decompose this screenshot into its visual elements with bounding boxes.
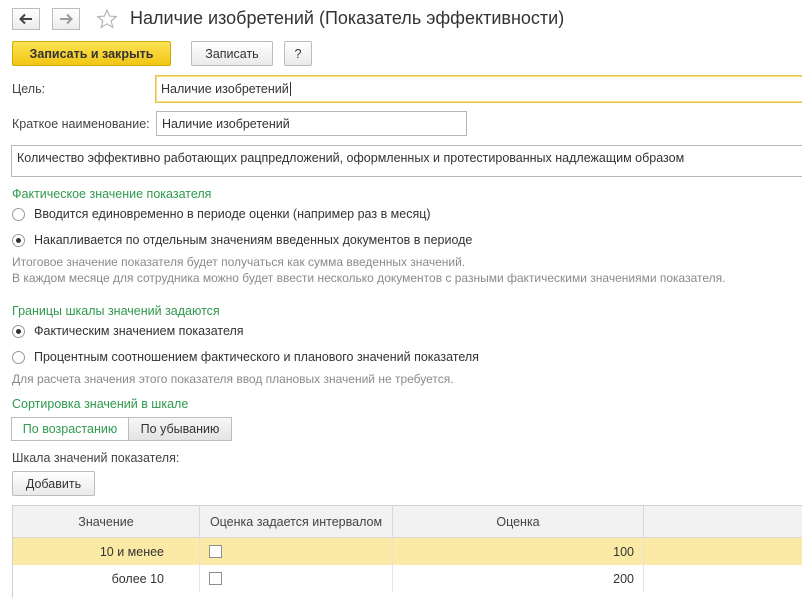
radio-accumulated-circle[interactable] [12, 233, 25, 247]
favorite-button[interactable] [96, 8, 118, 33]
table-row[interactable]: 10 и менее 100 [13, 538, 802, 565]
text-caret [289, 82, 291, 96]
interval-checkbox[interactable] [209, 545, 222, 558]
description-field[interactable]: Количество эффективно работающих рацпред… [11, 145, 802, 177]
arrow-right-icon [60, 13, 73, 25]
radio-once-label: Вводится единовременно в периоде оценки … [34, 207, 431, 221]
scale-label: Шкала значений показателя: [12, 451, 180, 465]
radio-once[interactable]: Вводится единовременно в периоде оценки … [12, 207, 431, 221]
table-header: Значение Оценка задается интервалом Оцен… [13, 506, 802, 538]
short-name-value: Наличие изобретений [162, 116, 290, 131]
sorting-toggle: По возрастанию По убыванию [11, 417, 232, 441]
goal-field[interactable]: Наличие изобретений [155, 75, 802, 103]
scale-table: Значение Оценка задается интервалом Оцен… [12, 505, 802, 598]
radio-percent-label: Процентным соотношением фактического и п… [34, 350, 479, 364]
actual-value-title: Фактическое значение показателя [12, 187, 212, 201]
row-value: более 10 [13, 565, 200, 592]
description-value: Количество эффективно работающих рацпред… [17, 151, 685, 165]
interval-checkbox[interactable] [209, 572, 222, 585]
add-button[interactable]: Добавить [12, 471, 95, 496]
short-name-label: Краткое наименование: [12, 117, 150, 131]
sort-ascending-button[interactable]: По возрастанию [11, 417, 128, 441]
radio-accumulated-label: Накапливается по отдельным значениям вве… [34, 233, 473, 247]
star-icon [96, 8, 118, 29]
row-interval-cell [200, 565, 393, 592]
actual-value-note-1: Итоговое значение показателя будет получ… [12, 255, 466, 269]
column-interval[interactable]: Оценка задается интервалом [200, 506, 393, 537]
page-title: Наличие изобретений (Показатель эффектив… [130, 8, 565, 28]
sorting-title: Сортировка значений в шкале [12, 397, 189, 411]
column-score[interactable]: Оценка [393, 506, 644, 537]
row-score: 200 [393, 565, 644, 592]
radio-actual-label: Фактическим значением показателя [34, 324, 244, 338]
radio-actual[interactable]: Фактическим значением показателя [12, 324, 244, 338]
back-button[interactable] [12, 8, 40, 30]
sort-descending-button[interactable]: По убыванию [128, 417, 232, 441]
column-empty [644, 506, 802, 537]
save-and-close-button[interactable]: Записать и закрыть [12, 41, 171, 66]
radio-once-circle[interactable] [12, 207, 25, 221]
arrow-left-icon [19, 13, 32, 25]
radio-percent[interactable]: Процентным соотношением фактического и п… [12, 350, 479, 364]
scale-bounds-title: Границы шкалы значений задаются [12, 304, 220, 318]
row-interval-cell [200, 538, 393, 565]
actual-value-note-2: В каждом месяце для сотрудника можно буд… [12, 271, 726, 285]
short-name-field[interactable]: Наличие изобретений [156, 111, 467, 136]
radio-accumulated[interactable]: Накапливается по отдельным значениям вве… [12, 233, 472, 247]
column-value[interactable]: Значение [13, 506, 200, 537]
scale-bounds-note: Для расчета значения этого показателя вв… [12, 372, 454, 386]
forward-button[interactable] [52, 8, 80, 30]
row-value: 10 и менее [13, 538, 200, 565]
goal-label: Цель: [12, 82, 46, 96]
table-row[interactable]: более 10 200 [13, 565, 802, 592]
save-button[interactable]: Записать [191, 41, 273, 66]
radio-actual-circle[interactable] [12, 324, 25, 338]
row-score: 100 [393, 538, 644, 565]
help-button[interactable]: ? [284, 41, 312, 66]
radio-percent-circle[interactable] [12, 350, 25, 364]
goal-value: Наличие изобретений [161, 82, 289, 96]
